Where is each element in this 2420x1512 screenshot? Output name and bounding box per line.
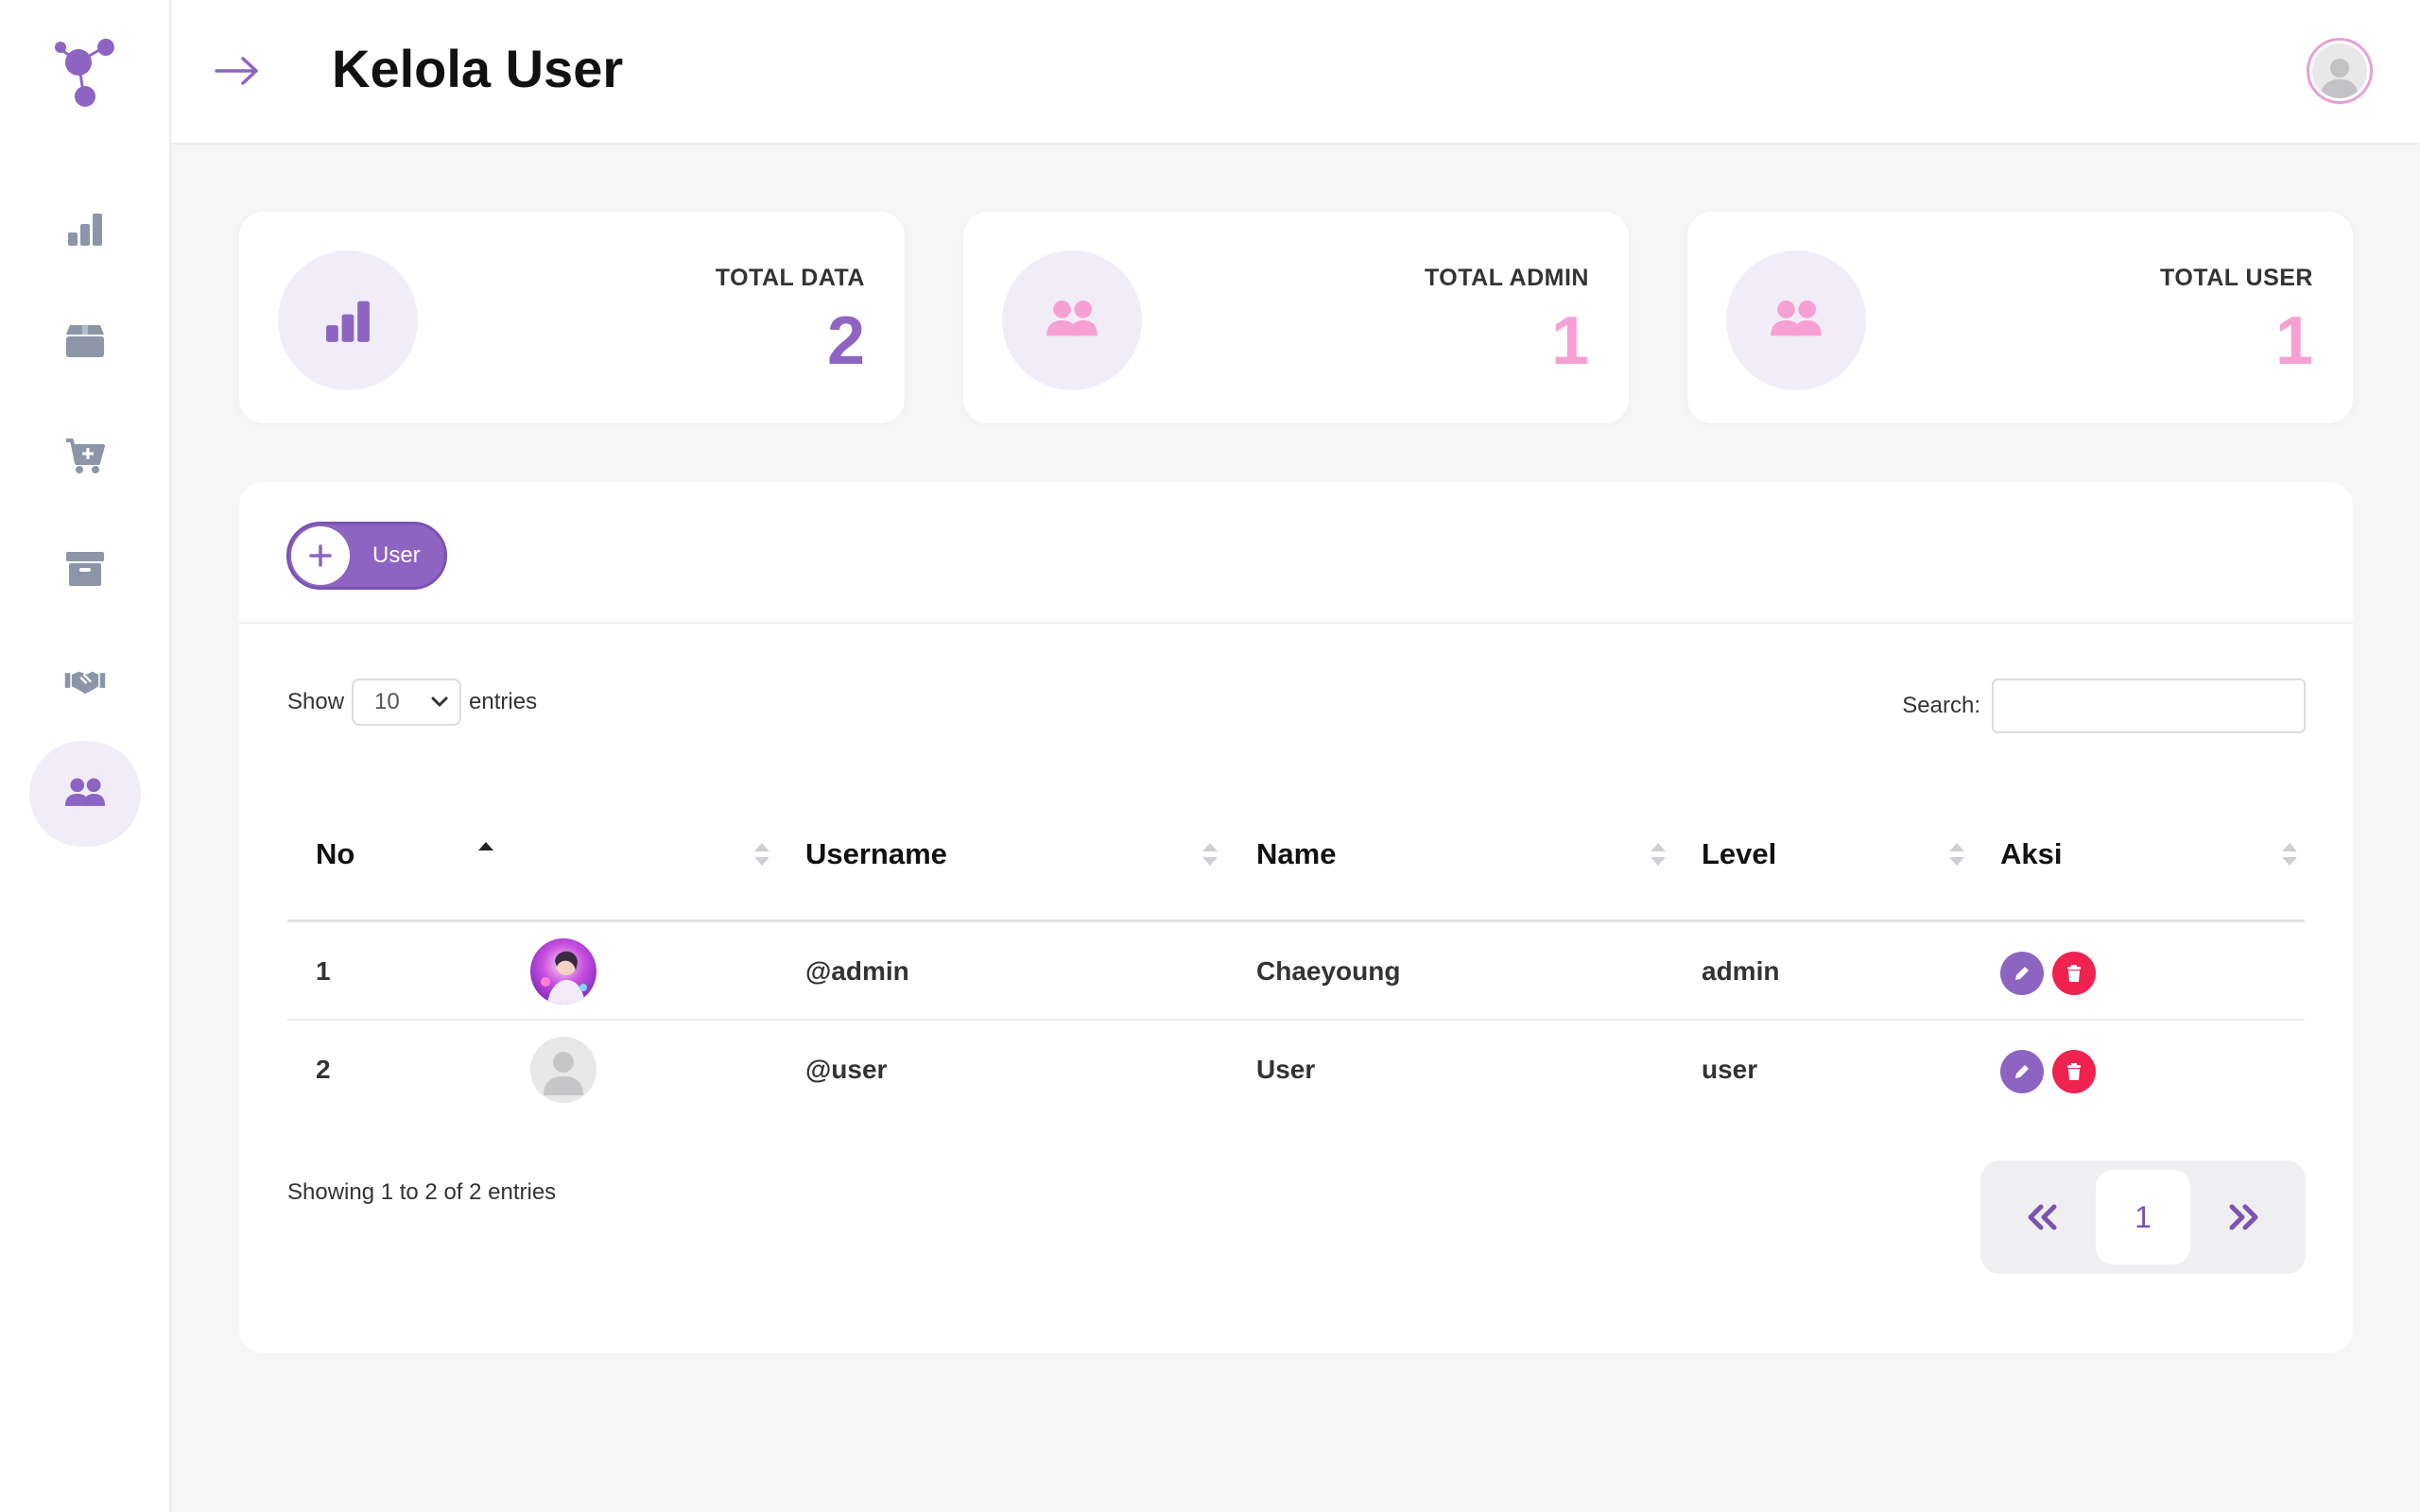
stat-value: 2 bbox=[826, 303, 865, 379]
page-title: Kelola User bbox=[332, 39, 624, 98]
edit-button[interactable] bbox=[2000, 952, 2044, 995]
sort-icon[interactable] bbox=[751, 839, 773, 869]
stat-value: 1 bbox=[2274, 303, 2313, 379]
sidebar-item-cart[interactable] bbox=[29, 403, 141, 508]
entries-select-value: 10 bbox=[374, 689, 400, 714]
sidebar-item-archive[interactable] bbox=[29, 516, 141, 622]
first-page-button[interactable] bbox=[1996, 1170, 2090, 1264]
bar-chart-icon bbox=[68, 214, 102, 246]
column-header-no[interactable]: No bbox=[316, 786, 354, 922]
add-user-label: User bbox=[372, 542, 421, 568]
sort-icon[interactable] bbox=[1199, 839, 1221, 869]
stat-label: TOTAL DATA bbox=[715, 265, 865, 291]
user-avatar-button[interactable] bbox=[2307, 38, 2373, 104]
sort-icon[interactable] bbox=[1945, 839, 1968, 869]
cell-no: 2 bbox=[316, 1055, 331, 1084]
cell-username: @user bbox=[805, 1055, 888, 1084]
pencil-icon bbox=[2015, 967, 2029, 980]
trash-icon bbox=[2067, 1063, 2081, 1080]
user-avatar-placeholder bbox=[530, 1037, 596, 1103]
stat-icon-circle bbox=[278, 250, 418, 390]
users-panel: User Show 10 entries Search: No Username bbox=[239, 482, 2353, 1353]
logo-icon[interactable] bbox=[53, 38, 121, 110]
sidebar-item-products[interactable] bbox=[29, 287, 141, 393]
table-row: 1 @admin Chaeyoung admin bbox=[287, 922, 2305, 1021]
show-label: Show bbox=[287, 689, 345, 714]
stat-icon-circle bbox=[1726, 250, 1866, 390]
chevron-down-icon bbox=[431, 696, 448, 707]
pagination: 1 bbox=[1980, 1160, 2306, 1274]
handshake-icon bbox=[64, 671, 106, 695]
table-header: No Username Name Level Aksi bbox=[287, 786, 2305, 922]
cart-plus-icon bbox=[66, 438, 105, 473]
person-icon bbox=[544, 1052, 583, 1095]
sort-asc-icon[interactable] bbox=[475, 837, 497, 868]
column-header-username[interactable]: Username bbox=[805, 786, 947, 922]
search-label: Search: bbox=[1902, 693, 1980, 718]
user-avatar-photo bbox=[530, 938, 596, 1005]
trash-icon bbox=[2067, 965, 2081, 982]
entries-length-control: Show 10 entries bbox=[287, 679, 537, 726]
users-icon bbox=[1771, 301, 1822, 336]
panel-toolbar: User bbox=[239, 482, 2353, 624]
cell-username: @admin bbox=[805, 956, 909, 986]
stat-icon-circle bbox=[1002, 250, 1142, 390]
delete-button[interactable] bbox=[2052, 1050, 2096, 1093]
double-chevron-left-icon bbox=[2028, 1204, 2057, 1230]
stat-card-total-data: TOTAL DATA 2 bbox=[239, 212, 905, 423]
sidebar-item-dashboard[interactable] bbox=[29, 176, 141, 282]
stat-label: TOTAL USER bbox=[2160, 265, 2313, 291]
entries-select[interactable]: 10 bbox=[352, 679, 462, 726]
edit-button[interactable] bbox=[2000, 1050, 2044, 1093]
users-icon bbox=[64, 778, 106, 806]
users-table: No Username Name Level Aksi 1 @admin Cha… bbox=[287, 786, 2305, 1119]
bar-chart-icon bbox=[326, 301, 370, 342]
search-input[interactable] bbox=[1992, 679, 2306, 733]
delete-button[interactable] bbox=[2052, 952, 2096, 995]
column-header-level[interactable]: Level bbox=[1702, 786, 1776, 922]
table-row: 2 @user User user bbox=[287, 1021, 2305, 1119]
cell-level: user bbox=[1702, 1055, 1758, 1084]
stat-card-total-admin: TOTAL ADMIN 1 bbox=[963, 212, 1629, 423]
stat-value: 1 bbox=[1550, 303, 1589, 379]
pencil-icon bbox=[2015, 1065, 2029, 1078]
sort-icon[interactable] bbox=[2278, 839, 2301, 869]
sidebar bbox=[0, 0, 171, 1512]
double-chevron-right-icon bbox=[2229, 1204, 2258, 1230]
cell-level: admin bbox=[1702, 956, 1780, 986]
plus-icon bbox=[291, 526, 350, 585]
table-info: Showing 1 to 2 of 2 entries bbox=[287, 1179, 557, 1205]
page-button-current[interactable]: 1 bbox=[2096, 1170, 2190, 1264]
stat-label: TOTAL ADMIN bbox=[1424, 265, 1589, 291]
box-icon bbox=[66, 325, 104, 357]
entries-label: entries bbox=[469, 689, 538, 714]
last-page-button[interactable] bbox=[2196, 1170, 2290, 1264]
cell-name: User bbox=[1256, 1055, 1316, 1084]
column-header-name[interactable]: Name bbox=[1256, 786, 1336, 922]
sidebar-item-partners[interactable] bbox=[29, 627, 141, 733]
top-header: Kelola User bbox=[171, 0, 2420, 145]
stat-card-total-user: TOTAL USER 1 bbox=[1687, 212, 2353, 423]
cell-name: Chaeyoung bbox=[1256, 956, 1401, 986]
users-icon bbox=[1046, 301, 1098, 336]
sidebar-item-users[interactable] bbox=[29, 741, 141, 847]
cell-no: 1 bbox=[316, 956, 331, 986]
add-user-button[interactable]: User bbox=[286, 522, 447, 590]
archive-icon bbox=[66, 552, 104, 586]
search-control: Search: bbox=[1902, 679, 2306, 733]
user-avatar bbox=[2312, 43, 2367, 98]
sort-icon[interactable] bbox=[1647, 839, 1669, 869]
column-header-aksi[interactable]: Aksi bbox=[2000, 786, 2062, 922]
arrow-right-icon[interactable] bbox=[215, 53, 262, 89]
person-icon bbox=[2321, 59, 2359, 98]
